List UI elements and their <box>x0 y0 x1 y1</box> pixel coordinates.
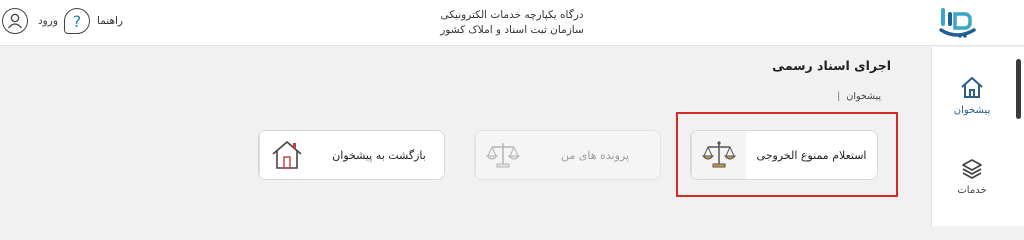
home-icon <box>961 77 983 98</box>
card-label: پرونده های من <box>560 148 630 162</box>
sidebar: پیشخوان خدمات <box>931 47 1024 226</box>
login-label: ورود <box>38 15 58 27</box>
sidebar-item-label: پیشخوان <box>953 105 991 116</box>
help-label: راهنما <box>97 15 123 27</box>
breadcrumb-separator: | <box>837 91 841 102</box>
highlight-box <box>676 112 898 197</box>
card-icon-box <box>475 131 530 179</box>
card-label: بازگشت به پیشخوان <box>332 148 426 162</box>
sidebar-item-dashboard[interactable]: پیشخوان <box>932 75 1012 116</box>
sidebar-scrollbar[interactable] <box>1016 59 1021 119</box>
header-title-block: درگاه یکپارچه خدمات الکترونیکی سازمان ثب… <box>412 8 612 38</box>
user-icon <box>2 8 28 34</box>
back-to-dashboard-card[interactable]: بازگشت به پیشخوان <box>258 130 445 180</box>
sidebar-item-services[interactable]: خدمات <box>932 157 1012 196</box>
scales-icon <box>486 143 520 168</box>
layers-icon <box>962 159 982 179</box>
sabt-logo-icon[interactable] <box>938 4 978 40</box>
help-icon: ? <box>64 8 90 34</box>
help-glyph: ? <box>72 11 82 31</box>
house-icon <box>272 141 302 169</box>
top-header: درگاه یکپارچه خدمات الکترونیکی سازمان ثب… <box>0 0 1024 46</box>
breadcrumb: پیشخوان | <box>837 91 881 102</box>
header-line-1: درگاه یکپارچه خدمات الکترونیکی <box>440 9 584 21</box>
sidebar-item-label: خدمات <box>957 185 987 196</box>
card-icon-box <box>259 131 314 179</box>
my-files-card[interactable]: پرونده های من <box>474 130 661 180</box>
breadcrumb-item-dashboard[interactable]: پیشخوان <box>846 91 881 102</box>
page-title: اجرای اسناد رسمی <box>772 58 891 73</box>
header-line-2: سازمان ثبت اسناد و املاک کشور <box>440 24 584 36</box>
